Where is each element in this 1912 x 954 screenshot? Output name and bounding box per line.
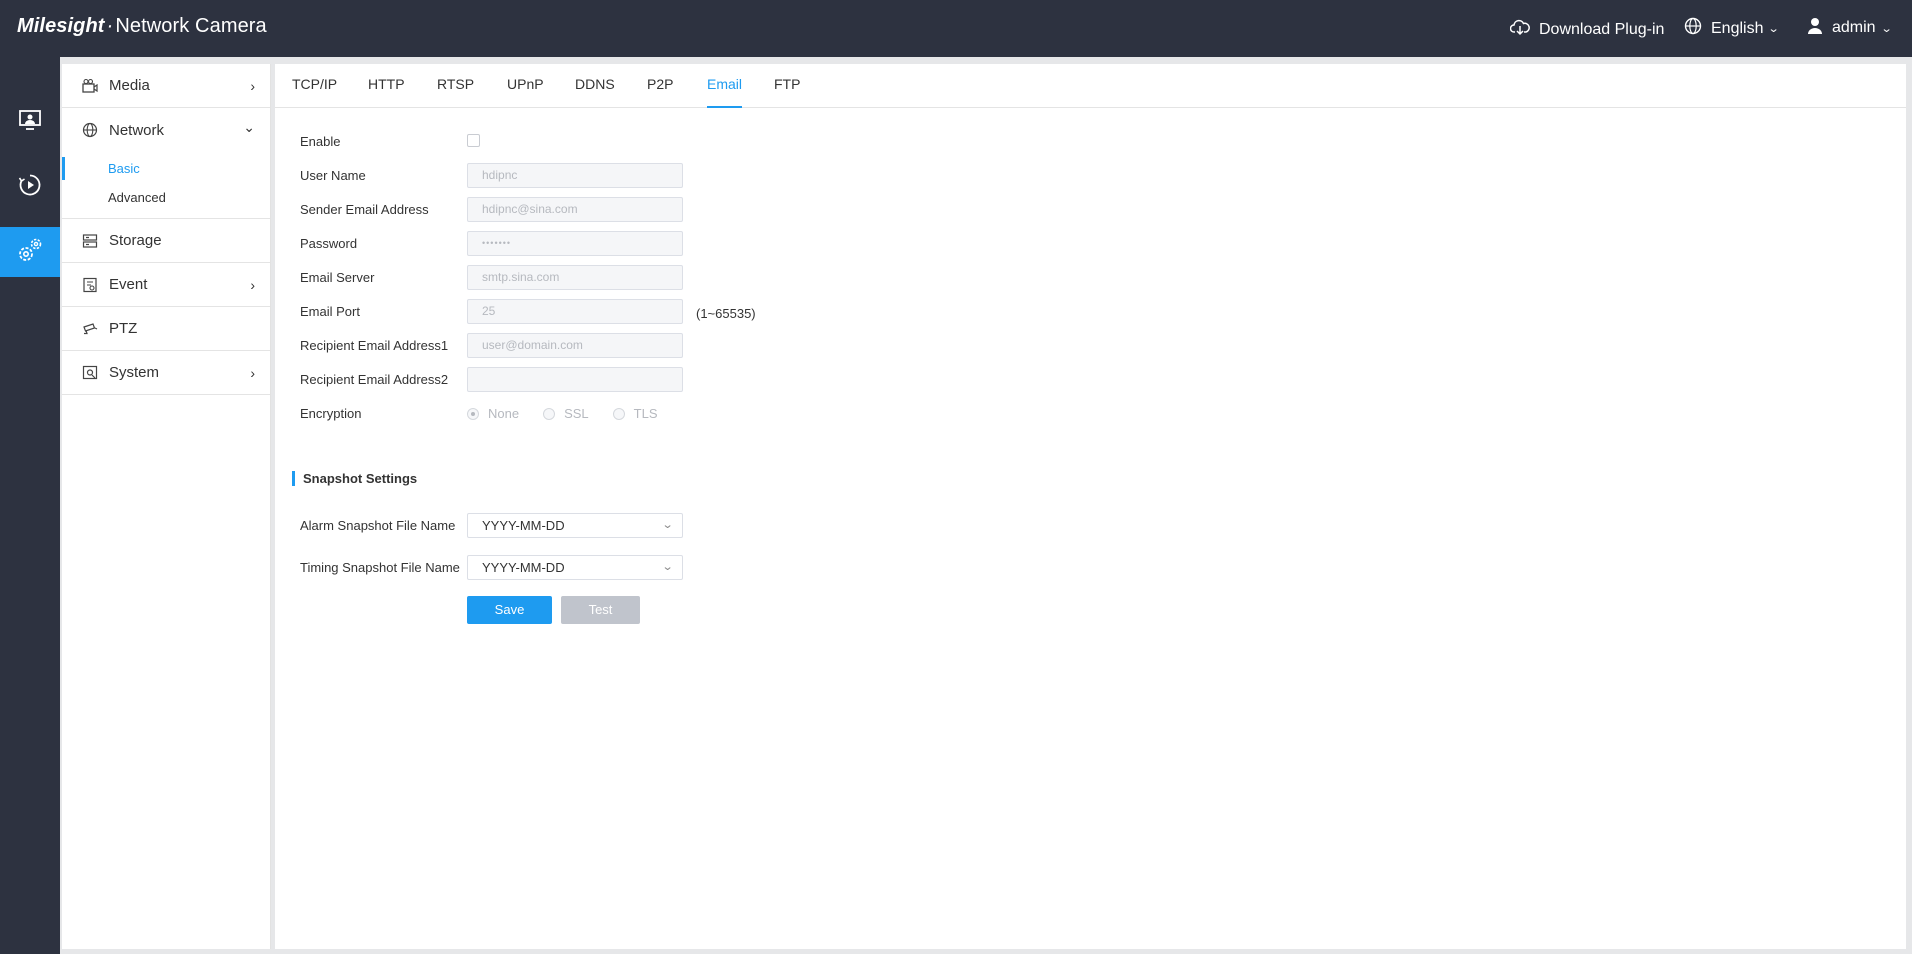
chevron-right-icon: › [250, 365, 255, 381]
encryption-ssl-radio[interactable]: SSL [543, 406, 589, 421]
tab-ddns[interactable]: DDNS [575, 76, 615, 108]
rail-settings[interactable] [0, 227, 60, 277]
recipient2-input[interactable] [467, 367, 683, 392]
sidebar-item-system[interactable]: System › [62, 351, 270, 395]
save-button[interactable]: Save [467, 596, 552, 624]
alarm-snapshot-label: Alarm Snapshot File Name [300, 518, 456, 533]
chevron-right-icon: › [250, 277, 255, 293]
sidebar-item-basic[interactable]: Basic [62, 154, 270, 183]
radio-icon [543, 407, 556, 420]
chevron-right-icon: › [250, 78, 255, 94]
top-bar: Milesight · Network Camera Download Plug-i… [0, 0, 1912, 57]
event-icon [82, 277, 98, 293]
language-selector[interactable]: English ⌄ [1684, 17, 1781, 40]
cloud-download-icon [1509, 18, 1539, 41]
username-label: admin [1832, 19, 1876, 36]
storage-icon [82, 233, 98, 249]
alarm-snapshot-select[interactable]: YYYY-MM-DD ⌄ [467, 513, 683, 538]
sender-email-input[interactable]: hdipnc@sina.com [467, 197, 683, 222]
language-label: English [1711, 19, 1764, 37]
chevron-down-icon: ⌄ [661, 561, 674, 573]
email-server-label: Email Server [300, 270, 375, 285]
enable-checkbox[interactable] [467, 134, 480, 147]
playback-icon [18, 173, 42, 202]
system-icon [82, 365, 98, 381]
tab-email[interactable]: Email [707, 76, 743, 108]
download-plugin-button[interactable]: Download Plug-in [1509, 18, 1665, 41]
sidebar-item-media[interactable]: Media › [62, 64, 270, 108]
select-value: YYYY-MM-DD [482, 518, 565, 533]
tab-rtsp[interactable]: RTSP [437, 76, 474, 108]
tab-ftp[interactable]: FTP [774, 76, 800, 108]
password-input[interactable]: ••••••• [467, 231, 683, 256]
radio-icon [612, 407, 625, 420]
settings-icon [16, 236, 44, 269]
tab-tcpip[interactable]: TCP/IP [292, 76, 337, 108]
content-panel: TCP/IP HTTP RTSP UPnP DDNS P2P Email FTP… [275, 64, 1906, 949]
sidebar-item-advanced[interactable]: Advanced [62, 183, 270, 212]
password-label: Password [300, 236, 358, 251]
radio-selected-icon [467, 407, 479, 420]
brand-logo-text: Milesight [17, 15, 105, 37]
recipient1-input[interactable]: user@domain.com [467, 333, 683, 358]
email-port-input[interactable]: 25 [467, 299, 683, 324]
sidebar-item-ptz[interactable]: PTZ [62, 307, 270, 351]
user-icon [1807, 17, 1832, 39]
chevron-down-icon: ⌄ [1768, 23, 1781, 35]
tab-http[interactable]: HTTP [368, 76, 405, 108]
test-button[interactable]: Test [561, 596, 640, 624]
chevron-down-icon: ⌄ [1880, 22, 1893, 35]
network-tabs: TCP/IP HTTP RTSP UPnP DDNS P2P Email FTP [275, 64, 1906, 108]
left-rail [0, 57, 60, 954]
sidebar-item-label: Storage [109, 232, 162, 249]
tab-p2p[interactable]: P2P [647, 76, 673, 108]
brand-title: Network Camera [115, 15, 267, 37]
globe-icon [82, 122, 98, 138]
sidebar-item-label: Media [109, 77, 150, 94]
rail-live-view[interactable] [0, 97, 60, 147]
chevron-down-icon: ⌄ [243, 119, 255, 135]
network-submenu: Basic Advanced [62, 152, 270, 219]
rail-playback[interactable] [0, 162, 60, 212]
user-name-input[interactable]: hdipnc [467, 163, 683, 188]
select-value: YYYY-MM-DD [482, 560, 565, 575]
brand-logo: Milesight · Network Camera [17, 15, 267, 38]
recipient1-label: Recipient Email Address1 [300, 338, 449, 353]
live-view-icon [18, 109, 42, 136]
timing-snapshot-label: Timing Snapshot File Name [300, 560, 460, 575]
sidebar-item-label: Event [109, 276, 148, 293]
encryption-tls-radio[interactable]: TLS [612, 406, 658, 421]
encryption-none-radio[interactable]: None [467, 406, 519, 421]
recipient2-label: Recipient Email Address2 [300, 372, 449, 387]
sidebar-item-network[interactable]: Network ⌄ [62, 108, 270, 152]
sidebar-item-label: PTZ [109, 320, 138, 337]
timing-snapshot-select[interactable]: YYYY-MM-DD ⌄ [467, 555, 683, 580]
sender-email-label: Sender Email Address [300, 202, 429, 217]
radio-label: SSL [564, 406, 589, 421]
brand-separator: · [106, 15, 114, 37]
sidebar-menu: Media › Network ⌄ Basic Advanced Storage… [62, 64, 271, 949]
sidebar-item-event[interactable]: Event › [62, 263, 270, 307]
enable-label: Enable [300, 134, 341, 149]
radio-label: None [488, 406, 520, 421]
sidebar-item-label: System [109, 364, 160, 381]
email-port-label: Email Port [300, 304, 360, 319]
tab-upnp[interactable]: UPnP [507, 76, 544, 108]
sidebar-item-label: Network [109, 121, 165, 139]
ptz-camera-icon [82, 321, 98, 337]
globe-icon [1684, 17, 1711, 40]
encryption-label: Encryption [300, 406, 362, 421]
radio-label: TLS [633, 406, 658, 421]
email-server-input[interactable]: smtp.sina.com [467, 265, 683, 290]
download-plugin-label: Download Plug-in [1539, 20, 1665, 38]
user-menu[interactable]: admin ⌄ [1807, 17, 1893, 39]
user-name-label: User Name [300, 168, 366, 183]
camera-icon [82, 78, 98, 94]
encryption-radio-group: None SSL TLS [467, 406, 682, 421]
port-range-hint: (1~65535) [696, 306, 756, 321]
chevron-down-icon: ⌄ [661, 519, 674, 531]
snapshot-settings-title: Snapshot Settings [292, 471, 417, 486]
sidebar-item-storage[interactable]: Storage [62, 219, 270, 263]
